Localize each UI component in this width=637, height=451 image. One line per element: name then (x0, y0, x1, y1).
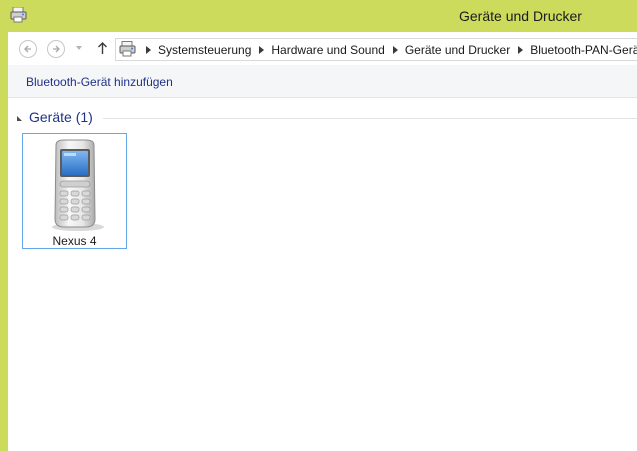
breadcrumb-hardware-und-sound[interactable]: Hardware und Sound (271, 43, 384, 57)
breadcrumb-geraete-und-drucker[interactable]: Geräte und Drucker (405, 43, 510, 57)
devices-printers-icon (10, 7, 27, 23)
device-item-nexus-4[interactable]: Nexus 4 (22, 133, 127, 249)
device-label: Nexus 4 (52, 234, 97, 248)
breadcrumb: Systemsteuerung Hardware und Sound Gerät… (138, 39, 637, 60)
chevron-right-icon[interactable] (146, 45, 151, 54)
breadcrumb-bluetooth-pan-geraete[interactable]: Bluetooth-PAN-Geräte (530, 43, 637, 57)
chevron-right-icon[interactable] (518, 45, 524, 54)
recent-locations-dropdown[interactable] (76, 46, 82, 50)
back-button[interactable] (19, 40, 37, 58)
devices-group-header[interactable]: Geräte (1) (29, 109, 93, 125)
collapse-group-icon[interactable] (17, 116, 22, 121)
add-bluetooth-device-button[interactable]: Bluetooth-Gerät hinzufügen (26, 75, 173, 89)
explorer-window-content: Systemsteuerung Hardware und Sound Gerät… (8, 32, 637, 451)
window-title: Geräte und Drucker (459, 8, 582, 24)
command-bar: Bluetooth-Gerät hinzufügen (8, 65, 637, 98)
up-arrow-icon[interactable] (97, 41, 108, 55)
address-bar[interactable]: Systemsteuerung Hardware und Sound Gerät… (115, 38, 637, 61)
group-divider (103, 118, 637, 119)
navigation-bar: Systemsteuerung Hardware und Sound Gerät… (8, 32, 637, 65)
mobile-phone-icon (52, 139, 104, 231)
back-arrow-icon (24, 45, 31, 53)
forward-button[interactable] (47, 40, 65, 58)
chevron-right-icon[interactable] (392, 45, 398, 54)
forward-arrow-icon (53, 45, 60, 53)
chevron-right-icon[interactable] (259, 45, 265, 54)
breadcrumb-systemsteuerung[interactable]: Systemsteuerung (158, 43, 251, 57)
title-bar: Geräte und Drucker (0, 0, 637, 32)
control-panel-icon (119, 41, 136, 57)
